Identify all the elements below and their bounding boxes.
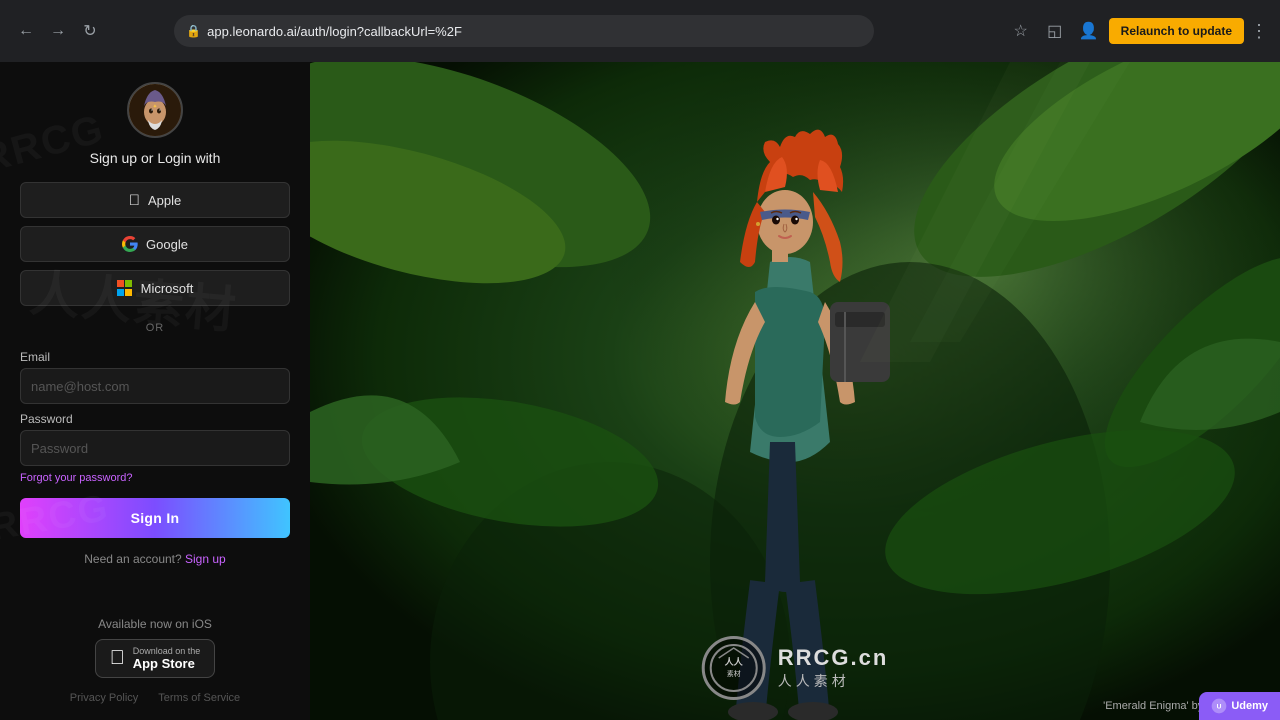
login-panel: RRCG 人人素材 RRCG ✦ Sign u (0, 62, 310, 720)
email-field-group: Email (20, 342, 290, 404)
rrcg-logo: 人人 素材 RRCG.cn 人人素材 (702, 636, 889, 700)
signup-link[interactable]: Sign up (185, 552, 226, 566)
microsoft-label: Microsoft (141, 281, 194, 296)
signin-title: Sign up or Login with (90, 150, 221, 166)
google-icon (122, 236, 138, 252)
rrcg-sub-text: 人人素材 (778, 671, 889, 691)
relaunch-button[interactable]: Relaunch to update (1109, 18, 1244, 44)
app-store-label: App Store (133, 656, 201, 671)
google-signin-button[interactable]: Google (20, 226, 290, 262)
need-account-text: Need an account? Sign up (84, 552, 225, 566)
hero-panel: RRCG.cn 人人素材 RRCG.cn 人人素材 RRCG 人人素材 RRCG… (310, 62, 1280, 720)
app-store-badge[interactable]:  Download on the App Store (95, 639, 216, 678)
address-bar[interactable]: 🔒 app.leonardo.ai/auth/login?callbackUrl… (174, 15, 874, 47)
bookmark-button[interactable]: ☆ (1007, 17, 1035, 45)
apple-logo-icon:  (110, 647, 125, 670)
profile-button[interactable]: 👤 (1075, 17, 1103, 45)
ios-label: Available now on iOS (98, 617, 212, 631)
password-label: Password (20, 412, 290, 426)
terms-of-service-link[interactable]: Terms of Service (158, 692, 240, 704)
rrcg-main-text: RRCG.cn (778, 645, 889, 671)
svg-text:✦: ✦ (153, 104, 157, 110)
menu-button[interactable]: ⋮ (1250, 21, 1268, 42)
email-input[interactable] (20, 368, 290, 404)
svg-text:人人: 人人 (724, 656, 744, 667)
svg-text:U: U (1217, 704, 1222, 711)
svg-text:素材: 素材 (727, 669, 741, 678)
email-label: Email (20, 350, 290, 364)
ios-section: Available now on iOS  Download on the A… (95, 601, 216, 678)
lock-icon: 🔒 (186, 24, 201, 38)
privacy-policy-link[interactable]: Privacy Policy (70, 692, 138, 704)
download-small-text: Download on the (133, 646, 201, 656)
back-button[interactable]: ← (12, 17, 40, 45)
apple-signin-button[interactable]:  Apple (20, 182, 290, 218)
or-divider: OR (146, 322, 165, 334)
microsoft-signin-button[interactable]: Microsoft (20, 270, 290, 306)
apple-icon:  (129, 192, 140, 209)
nav-buttons: ← → ↻ (12, 17, 104, 45)
microsoft-icon (117, 280, 133, 296)
browser-chrome: ← → ↻ 🔒 app.leonardo.ai/auth/login?callb… (0, 0, 1280, 62)
hero-figure (310, 62, 1280, 720)
password-input[interactable] (20, 430, 290, 466)
google-label: Google (146, 237, 188, 252)
hero-background: RRCG.cn 人人素材 RRCG.cn 人人素材 RRCG 人人素材 RRCG… (310, 62, 1280, 720)
udemy-icon: U (1211, 698, 1227, 714)
password-field-group: Password (20, 404, 290, 466)
watermark-1: RRCG (0, 106, 109, 182)
logo-avatar: ✦ (127, 82, 183, 138)
main-area: RRCG 人人素材 RRCG ✦ Sign u (0, 62, 1280, 720)
browser-actions: ☆ ◱ 👤 Relaunch to update ⋮ (1007, 17, 1268, 45)
udemy-label: Udemy (1231, 700, 1268, 712)
extension-button[interactable]: ◱ (1041, 17, 1069, 45)
footer-links: Privacy Policy Terms of Service (70, 692, 240, 704)
rrcg-circle: 人人 素材 (702, 636, 766, 700)
forgot-password-link[interactable]: Forgot your password? (20, 472, 133, 484)
reload-button[interactable]: ↻ (76, 17, 104, 45)
forward-button[interactable]: → (44, 17, 72, 45)
signin-button[interactable]: Sign In (20, 498, 290, 538)
apple-label: Apple (148, 193, 181, 208)
url-text: app.leonardo.ai/auth/login?callbackUrl=%… (207, 24, 462, 39)
udemy-badge[interactable]: U Udemy (1199, 692, 1280, 720)
